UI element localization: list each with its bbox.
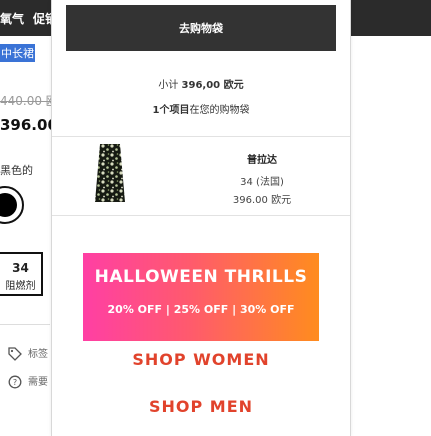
size-note: 阻燃剂	[5, 281, 36, 292]
product-thumbnail[interactable]	[92, 144, 128, 204]
color-label: 黑色的	[0, 164, 33, 177]
divider	[52, 136, 350, 137]
item-count-prefix: 1个项目	[152, 105, 190, 116]
go-to-bag-button[interactable]: 去购物袋	[66, 5, 336, 51]
subtotal-value: 396,00 欧元	[181, 80, 244, 91]
banner-title: HALLOWEEN THRILLS	[94, 267, 308, 287]
product-brand[interactable]: 普拉达	[202, 151, 322, 166]
item-count-suffix: 在您的购物袋	[189, 105, 250, 116]
tag-icon	[8, 347, 22, 361]
product-size: 34 (法国)	[240, 177, 284, 188]
nav-item-oxygen[interactable]: 氧气	[0, 10, 24, 27]
halloween-promo-banner[interactable]: HALLOWEEN THRILLS 20% OFF | 25% OFF | 30…	[83, 253, 319, 341]
banner-offer: 20% OFF | 25% OFF | 30% OFF	[107, 303, 295, 316]
size-value: 34	[12, 261, 29, 275]
subtotal: 小计 396,00 欧元	[52, 76, 350, 91]
divider	[52, 215, 350, 216]
color-swatch-black[interactable]	[0, 186, 24, 224]
selected-text: 中长裙	[0, 44, 35, 62]
shop-men-link[interactable]: SHOP MEN	[52, 397, 350, 416]
sale-price: 396.00	[0, 116, 58, 134]
svg-text:?: ?	[13, 378, 17, 387]
shop-women-link[interactable]: SHOP WOMEN	[52, 350, 350, 369]
item-count: 1个项目在您的购物袋	[52, 101, 350, 116]
mini-cart-panel: 去购物袋 小计 396,00 欧元 1个项目在您的购物袋 普拉达 34 (法国)…	[51, 0, 351, 436]
subtotal-label: 小计	[158, 80, 182, 91]
original-price: 440.00 欧	[0, 94, 58, 108]
divider	[0, 324, 50, 325]
info-row-tag[interactable]: 标签	[8, 345, 48, 361]
info-row-label: 标签	[28, 349, 48, 360]
product-price: 396.00 欧元	[232, 195, 292, 206]
info-row-help[interactable]: ? 需要	[8, 373, 48, 389]
help-icon: ?	[8, 375, 22, 389]
size-option[interactable]: 34 阻燃剂	[0, 252, 43, 296]
info-row-label: 需要	[28, 377, 48, 388]
